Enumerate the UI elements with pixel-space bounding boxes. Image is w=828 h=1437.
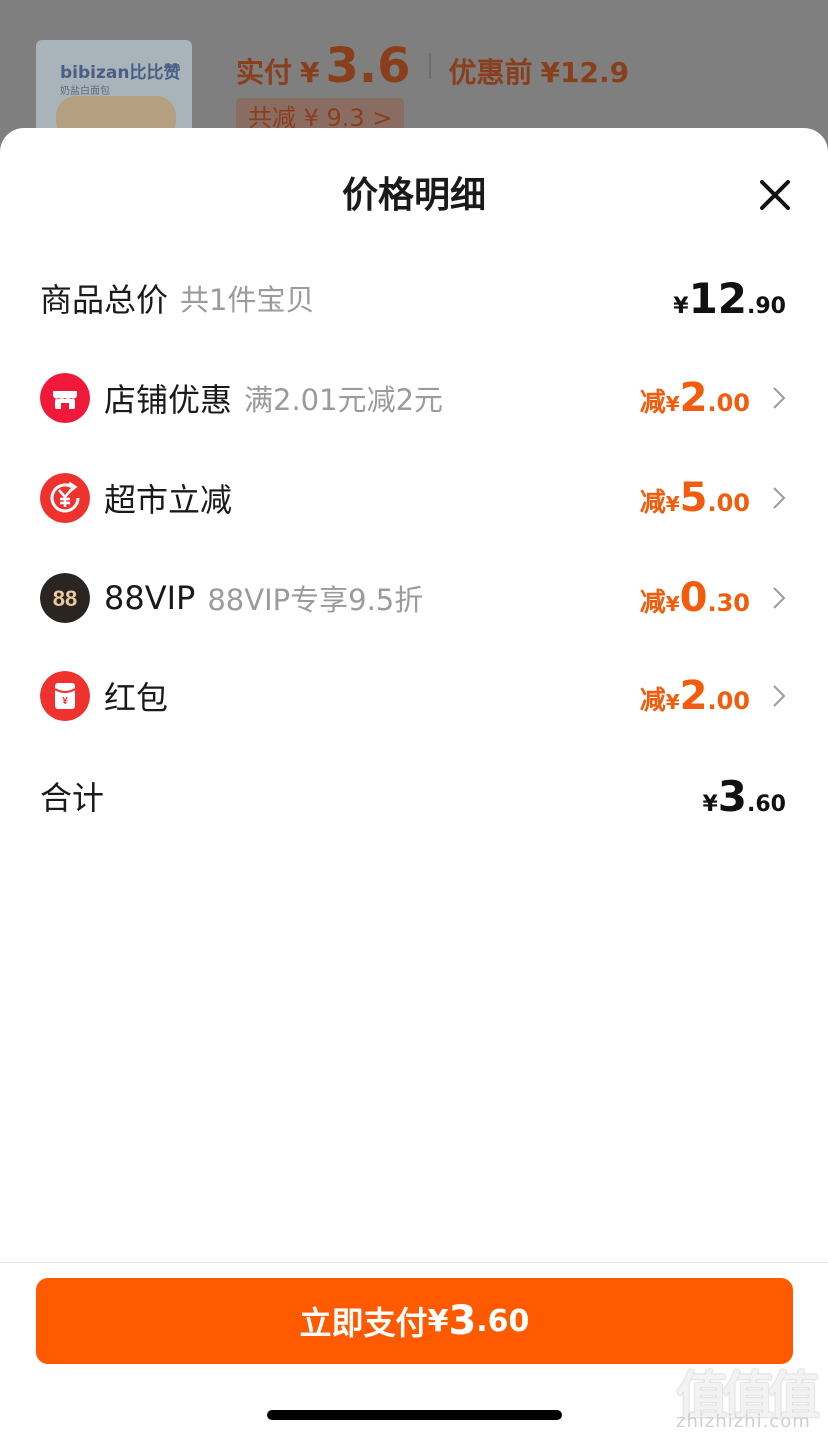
price-separator: [428, 53, 431, 79]
discount-label: 超市立减: [104, 481, 233, 519]
paid-currency: ¥: [300, 56, 320, 89]
price-decimal: .60: [476, 1303, 530, 1339]
discount-label: 红包: [104, 679, 169, 717]
before-label: 优惠前: [448, 56, 533, 89]
price-detail-sheet: 价格明细 商品总价 共1件宝贝 ¥ 12 .90 店铺优惠 满2.01元减2元 …: [0, 128, 828, 1437]
discount-note: 88VIP专享9.5折: [207, 583, 424, 617]
price-integer: 2: [679, 375, 708, 421]
price-decimal: .00: [707, 489, 750, 517]
subtotal-row: 商品总价 共1件宝贝 ¥ 12 .90: [40, 268, 790, 328]
currency-symbol: ¥: [665, 592, 680, 616]
discount-note: 满2.01元减2元: [244, 383, 444, 417]
currency-symbol: ¥: [665, 690, 680, 714]
price-integer: 3: [448, 1298, 477, 1344]
price-decimal: .00: [707, 389, 750, 417]
subtotal-label: 商品总价: [40, 281, 169, 319]
product-brand: bibizan比比赞: [60, 63, 181, 83]
currency-symbol: ¥: [665, 492, 680, 516]
discount-prefix: 减: [639, 488, 666, 518]
total-label: 合计: [40, 779, 105, 817]
paid-amount: 3.6: [325, 38, 411, 94]
discount-prefix: 减: [639, 686, 666, 716]
discount-amount: 减 ¥ 2 .00: [640, 673, 750, 719]
red-packet-icon: ¥: [40, 671, 90, 721]
discount-amount: 减 ¥ 0 .30: [640, 575, 750, 621]
svg-text:¥: ¥: [62, 696, 68, 707]
chevron-right-icon: [773, 587, 786, 609]
watermark-url: zhizhizhi.com: [676, 1411, 811, 1432]
chevron-right-icon: [773, 487, 786, 509]
total-price: ¥ 3 .60: [702, 772, 786, 821]
paid-label: 实付: [236, 56, 293, 89]
currency-symbol: ¥: [673, 293, 689, 319]
product-thumbnail: bibizan比比赞 奶盐白面包: [36, 40, 192, 140]
subtotal-price: ¥ 12 .90: [673, 274, 786, 323]
discount-amount: 减 ¥ 2 .00: [640, 375, 750, 421]
discount-label: 88VIP: [104, 579, 196, 617]
price-decimal: .30: [707, 589, 750, 617]
yuan-refresh-icon: [40, 473, 90, 523]
before-amount: ¥12.9: [540, 56, 630, 89]
close-icon[interactable]: [752, 172, 798, 218]
currency-symbol: ¥: [427, 1303, 449, 1339]
pay-button-label: 立即支付: [299, 1304, 428, 1342]
price-integer: 0: [679, 575, 708, 621]
svg-text:88: 88: [53, 586, 77, 611]
discount-prefix: 减: [639, 588, 666, 618]
discount-row-store[interactable]: 店铺优惠 满2.01元减2元 减 ¥ 2 .00: [40, 368, 790, 428]
price-integer: 3: [717, 771, 748, 821]
88vip-icon: 88: [40, 573, 90, 623]
currency-symbol: ¥: [702, 791, 718, 817]
total-row: 合计 ¥ 3 .60: [40, 766, 790, 826]
discount-row-red-packet[interactable]: ¥ 红包 减 ¥ 2 .00: [40, 666, 790, 726]
discount-label: 店铺优惠: [104, 381, 233, 419]
paid-summary: 实付 ¥ 3.6 优惠前 ¥12.9: [236, 38, 629, 94]
store-icon: [40, 373, 90, 423]
chevron-right-icon: [773, 387, 786, 409]
footer-divider: [0, 1262, 828, 1263]
discount-row-supermarket[interactable]: 超市立减 减 ¥ 5 .00: [40, 468, 790, 528]
chevron-right-icon: [773, 685, 786, 707]
discount-amount: 减 ¥ 5 .00: [640, 475, 750, 521]
discount-row-88vip[interactable]: 88 88VIP 88VIP专享9.5折 减 ¥ 0 .30: [40, 568, 790, 628]
sheet-title: 价格明细: [341, 175, 486, 216]
discount-prefix: 减: [639, 388, 666, 418]
price-integer: 2: [679, 673, 708, 719]
product-subtitle: 奶盐白面包: [60, 86, 110, 97]
price-integer: 12: [688, 273, 748, 323]
pay-now-button[interactable]: 立即支付 ¥ 3 .60: [36, 1278, 793, 1364]
currency-symbol: ¥: [665, 392, 680, 416]
subtotal-note: 共1件宝贝: [180, 283, 315, 317]
price-integer: 5: [679, 475, 708, 521]
price-decimal: .60: [747, 791, 786, 817]
price-decimal: .00: [707, 687, 750, 715]
home-indicator[interactable]: [267, 1410, 562, 1420]
price-decimal: .90: [747, 293, 786, 319]
